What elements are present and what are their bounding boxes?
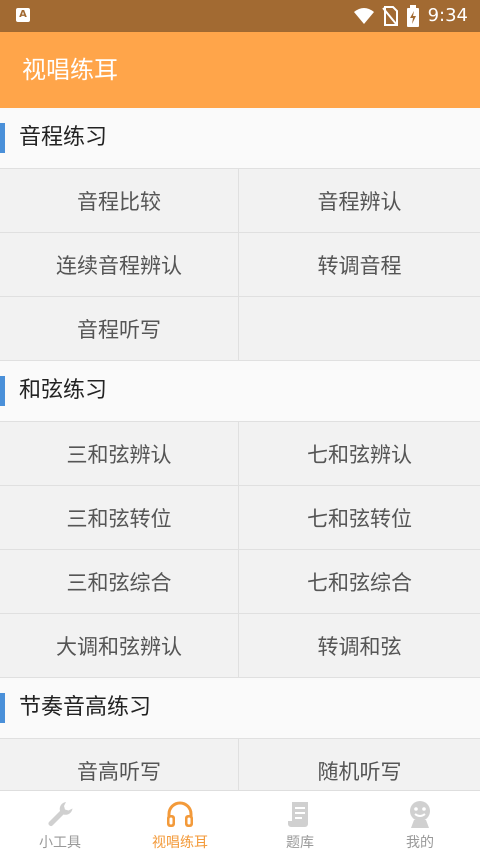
status-bar: A 9:34 [0,0,480,32]
exercise-item[interactable]: 转调和弦 [239,614,480,678]
empty-cell [239,297,480,361]
nav-tab-question-bank[interactable]: 题库 [240,791,360,856]
exercise-item[interactable]: 三和弦辨认 [0,422,239,486]
interval-exercise-grid: 音程比较 音程辨认 连续音程辨认 转调音程 音程听写 [0,169,480,361]
exercise-item[interactable]: 三和弦转位 [0,486,239,550]
section-accent-bar [0,376,5,406]
wrench-icon [48,802,73,826]
exercise-item[interactable]: 转调音程 [239,233,480,297]
nav-label: 我的 [406,835,434,851]
section-header-interval: 音程练习 [0,108,480,169]
status-time: 9:34 [427,5,468,26]
chord-exercise-grid: 三和弦辨认 七和弦辨认 三和弦转位 七和弦转位 三和弦综合 七和弦综合 大调和弦… [0,422,480,678]
section-header-chord: 和弦练习 [0,361,480,422]
exercise-list[interactable]: 音程练习 音程比较 音程辨认 连续音程辨认 转调音程 音程听写 和弦练习 三和弦… [0,108,480,790]
exercise-item[interactable]: 七和弦转位 [239,486,480,550]
section-header-rhythm-pitch: 节奏音高练习 [0,678,480,739]
no-sim-icon [381,6,398,26]
nav-label: 小工具 [39,835,81,851]
exercise-item[interactable]: 音高听写 [0,739,239,790]
nav-tab-tools[interactable]: 小工具 [0,791,120,856]
exercise-item[interactable]: 七和弦辨认 [239,422,480,486]
section-title: 节奏音高练习 [19,695,152,720]
rhythm-exercise-grid: 音高听写 随机听写 [0,739,480,790]
exercise-item[interactable]: 音程比较 [0,169,239,233]
app-notification-icon: A [16,8,30,22]
nav-tab-ear-training[interactable]: 视唱练耳 [120,791,240,856]
section-accent-bar [0,123,5,153]
exercise-item[interactable]: 随机听写 [239,739,480,790]
bottom-navigation: 小工具 视唱练耳 题库 我的 [0,790,480,856]
scroll-icon [288,802,308,827]
headphones-icon [167,801,193,827]
exercise-item[interactable]: 七和弦综合 [239,550,480,614]
exercise-item[interactable]: 三和弦综合 [0,550,239,614]
section-accent-bar [0,693,5,723]
nav-label: 视唱练耳 [152,835,208,851]
section-title: 和弦练习 [19,378,108,403]
exercise-item[interactable]: 大调和弦辨认 [0,614,239,678]
section-title: 音程练习 [19,125,108,150]
profile-icon [410,801,430,828]
nav-label: 题库 [286,835,314,851]
page-title: 视唱练耳 [22,56,118,84]
nav-tab-profile[interactable]: 我的 [360,791,480,856]
battery-icon [406,5,419,27]
exercise-item[interactable]: 连续音程辨认 [0,233,239,297]
exercise-item[interactable]: 音程辨认 [239,169,480,233]
wifi-icon [353,8,374,24]
app-bar: 视唱练耳 [0,32,480,108]
exercise-item[interactable]: 音程听写 [0,297,239,361]
